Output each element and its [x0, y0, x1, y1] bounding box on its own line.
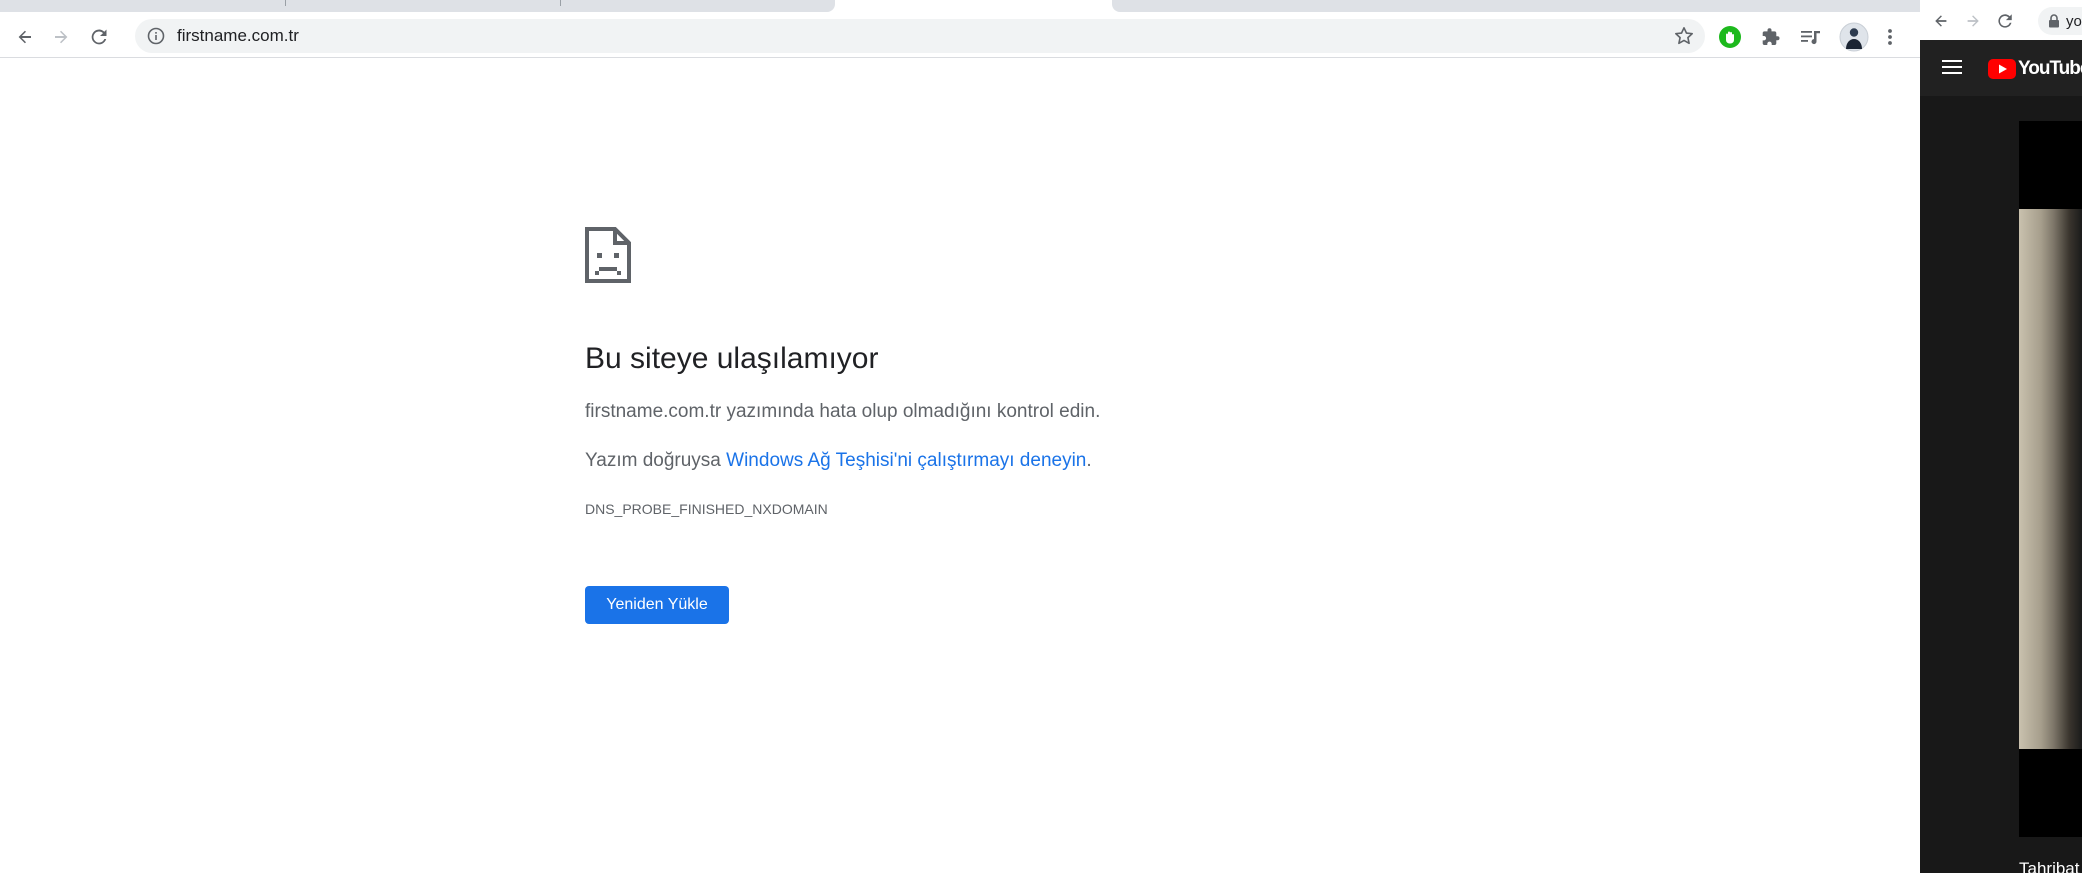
reload-page-button[interactable]: Yeniden Yükle — [585, 586, 729, 624]
page-content: Bu siteye ulaşılamıyor firstname.com.tr … — [0, 58, 1920, 873]
forward-icon — [55, 30, 68, 44]
video-letterbox-bottom — [2019, 749, 2082, 837]
error-message-diagnostics: Yazım doğruysa Windows Ağ Teşhisi'ni çal… — [585, 450, 1092, 472]
forward-icon[interactable] — [1964, 12, 1982, 30]
profile-avatar[interactable] — [1838, 21, 1870, 53]
sad-page-icon — [585, 227, 631, 283]
back-button[interactable] — [11, 23, 39, 51]
tab-inactive-1[interactable] — [0, 0, 835, 12]
tab-strip — [0, 0, 1920, 17]
secondary-address-bar[interactable]: you — [2038, 7, 2082, 35]
back-icon[interactable] — [1932, 12, 1950, 30]
video-player[interactable] — [2019, 209, 2082, 749]
more-vert-icon — [1888, 29, 1892, 45]
youtube-logo-icon — [1988, 59, 2016, 79]
avatar — [1839, 22, 1869, 52]
browser-menu-button[interactable] — [1876, 23, 1904, 51]
extensions-menu-button[interactable] — [1757, 23, 1785, 51]
extension-hand-icon — [1719, 26, 1741, 48]
secondary-toolbar: you — [1920, 0, 2082, 40]
lock-icon[interactable] — [2048, 14, 2060, 28]
forward-button[interactable] — [47, 23, 75, 51]
star-icon[interactable] — [1673, 25, 1695, 47]
tab-inactive-2[interactable] — [1112, 0, 1920, 12]
tab-separator — [560, 0, 561, 6]
reload-icon[interactable] — [1996, 12, 2014, 30]
url-text[interactable]: firstname.com.tr — [177, 27, 299, 45]
video-title[interactable]: Tahribat — [2019, 859, 2079, 873]
address-bar[interactable]: firstname.com.tr — [135, 19, 1705, 53]
error-code: DNS_PROBE_FINISHED_NXDOMAIN — [585, 501, 828, 517]
secondary-url-text[interactable]: you — [2066, 13, 2082, 30]
reload-button[interactable] — [85, 23, 113, 51]
youtube-logo[interactable]: YouTube — [1988, 58, 2082, 80]
error-message-spelling: firstname.com.tr yazımında hata olup olm… — [585, 401, 1101, 422]
back-icon — [18, 30, 31, 44]
media-control-button[interactable] — [1797, 23, 1825, 51]
browser-window-secondary: you YouTube Tahribat — [1920, 0, 2082, 873]
diagnostics-prefix: Yazım doğruysa — [585, 450, 727, 471]
video-letterbox-top — [2019, 121, 2082, 209]
youtube-logo-text: YouTube — [2018, 58, 2082, 79]
media-control-icon — [1801, 31, 1820, 45]
info-icon[interactable] — [147, 27, 165, 45]
tab-separator — [285, 0, 286, 6]
puzzle-icon — [1762, 28, 1780, 45]
error-title: Bu siteye ulaşılamıyor — [585, 342, 879, 375]
diagnostics-suffix: . — [1086, 450, 1092, 471]
youtube-watch-area: Tahribat — [1920, 96, 2082, 873]
browser-toolbar: firstname.com.tr — [0, 17, 1920, 58]
reload-icon — [91, 29, 107, 45]
browser-window-main: firstname.com.tr Bu siteye ulaşılamıyor … — [0, 0, 1920, 873]
youtube-header: YouTube — [1920, 40, 2082, 96]
extension-button[interactable] — [1716, 23, 1744, 51]
hamburger-icon[interactable] — [1942, 59, 1962, 75]
network-diagnostics-link[interactable]: Windows Ağ Teşhisi'ni çalıştırmayı deney… — [726, 450, 1086, 471]
